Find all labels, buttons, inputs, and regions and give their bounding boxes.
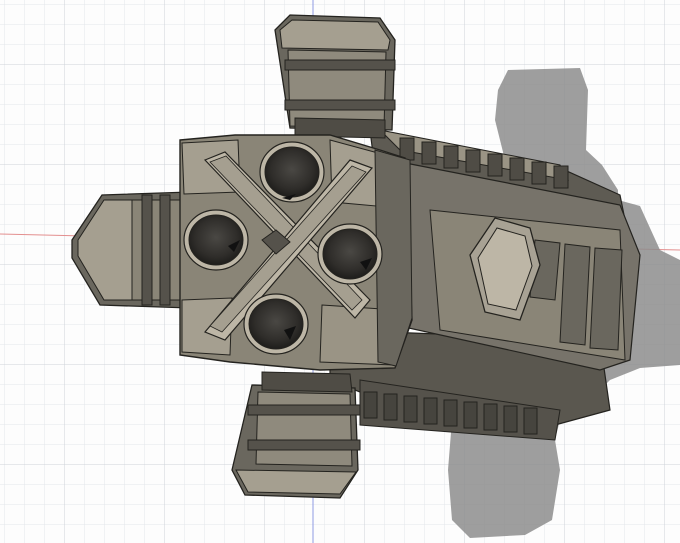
canvas-viewport[interactable] xyxy=(0,0,680,543)
hole-bottom xyxy=(243,293,309,355)
hole-right xyxy=(317,223,383,285)
bottom-rail-stub xyxy=(231,371,361,499)
hole-top xyxy=(259,141,325,203)
top-rail-stub xyxy=(274,14,396,139)
3d-scene[interactable] xyxy=(0,0,680,543)
hole-left xyxy=(183,209,249,271)
